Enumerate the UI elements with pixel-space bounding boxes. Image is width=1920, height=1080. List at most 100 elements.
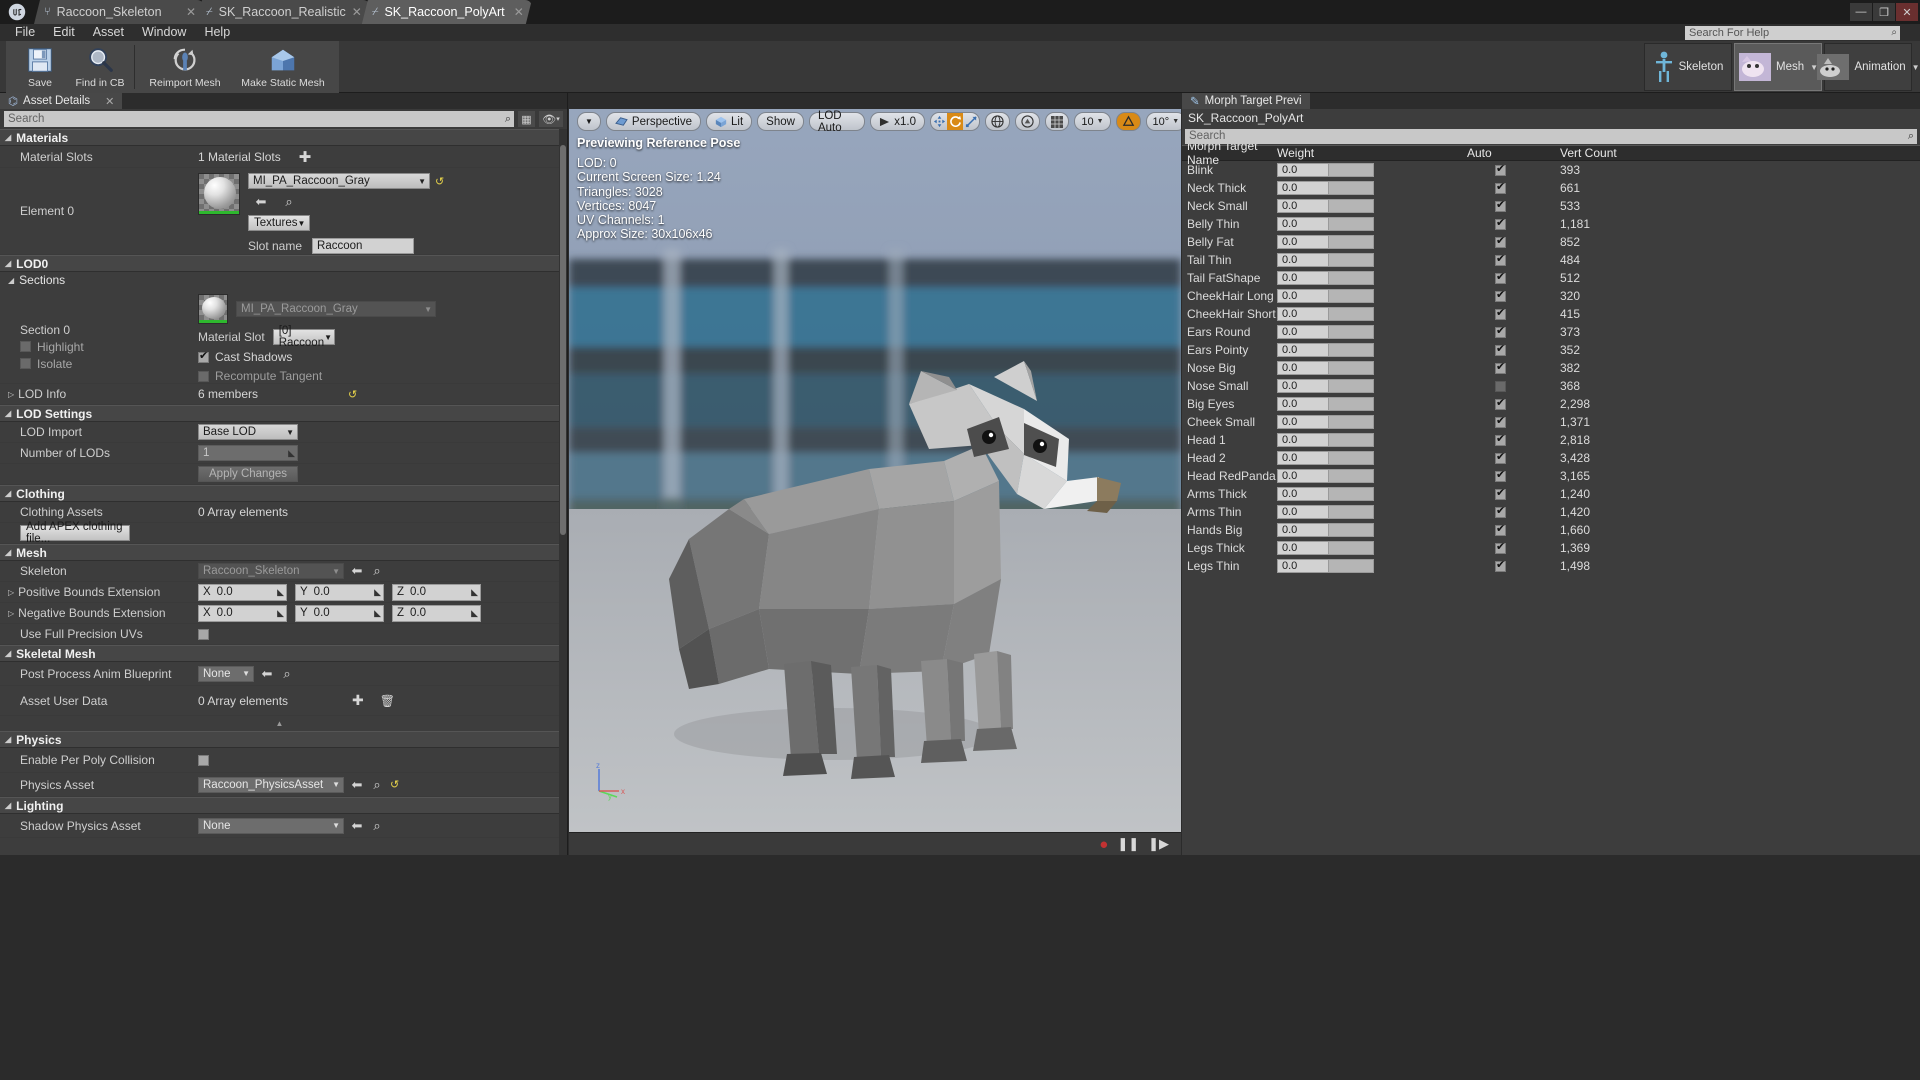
morph-weight-cell[interactable]: 0.0 (1277, 271, 1467, 285)
morph-weight-slider[interactable] (1329, 325, 1374, 339)
morph-auto-checkbox[interactable] (1495, 252, 1506, 266)
morph-weight-input[interactable]: 0.0 (1277, 559, 1329, 573)
scrollbar-thumb[interactable] (560, 145, 566, 535)
positive-bounds-y-input[interactable]: Y 0.0 ◣ (295, 583, 384, 601)
angle-snap-value[interactable]: 10° ▼ (1145, 112, 1181, 131)
close-icon[interactable]: ✕ (105, 95, 114, 108)
morph-weight-cell[interactable]: 0.0 (1277, 217, 1467, 231)
per-poly-checkbox[interactable] (198, 754, 209, 766)
add-apex-clothing-button[interactable]: Add APEX clothing file... (20, 521, 130, 545)
full-precision-checkbox[interactable] (198, 628, 209, 640)
morph-weight-cell[interactable]: 0.0 (1277, 325, 1467, 339)
material-thumbnail[interactable] (198, 173, 240, 215)
close-window-button[interactable]: ✕ (1896, 3, 1918, 21)
lod-selector-button[interactable]: LOD Auto (808, 110, 866, 134)
move-icon[interactable] (931, 113, 947, 130)
physics-asset-combo[interactable]: Raccoon_PhysicsAsset ▼ (198, 776, 344, 793)
morph-weight-input[interactable]: 0.0 (1277, 541, 1329, 555)
morph-target-row[interactable]: Nose Small 0.0 368 (1182, 377, 1920, 395)
apply-changes-button[interactable]: Apply Changes (198, 466, 298, 482)
eye-icon[interactable]: 👁 ▾ (539, 111, 563, 127)
close-icon[interactable]: ✕ (514, 5, 524, 19)
morph-weight-cell[interactable]: 0.0 (1277, 523, 1467, 537)
spinner-icon[interactable]: ◣ (374, 587, 381, 598)
morph-target-row[interactable]: Tail FatShape 0.0 512 (1182, 269, 1920, 287)
morph-auto-cell[interactable] (1467, 558, 1560, 572)
menu-asset[interactable]: Asset (84, 24, 133, 41)
morph-auto-checkbox[interactable] (1495, 324, 1506, 338)
morph-target-row[interactable]: Head 1 0.0 2,818 (1182, 431, 1920, 449)
morph-target-row[interactable]: Cheek Small 0.0 1,371 (1182, 413, 1920, 431)
morph-auto-cell[interactable] (1467, 342, 1560, 356)
morph-auto-cell[interactable] (1467, 216, 1560, 230)
morph-weight-input[interactable]: 0.0 (1277, 343, 1329, 357)
morph-weight-input[interactable]: 0.0 (1277, 271, 1329, 285)
browse-to-asset-icon[interactable]: ⬅ (254, 194, 268, 210)
morph-auto-cell[interactable] (1467, 468, 1560, 482)
maximize-button[interactable]: ❐ (1873, 3, 1895, 21)
morph-weight-slider[interactable] (1329, 343, 1374, 357)
morph-weight-cell[interactable]: 0.0 (1277, 433, 1467, 447)
morph-auto-checkbox[interactable] (1495, 380, 1506, 392)
morph-weight-cell[interactable]: 0.0 (1277, 343, 1467, 357)
rotate-icon[interactable] (947, 113, 964, 130)
morph-auto-cell[interactable] (1467, 450, 1560, 464)
morph-auto-checkbox[interactable] (1495, 360, 1506, 374)
morph-weight-input[interactable]: 0.0 (1277, 451, 1329, 465)
step-forward-button[interactable]: ❚▶ (1148, 836, 1169, 852)
category-clothing[interactable]: ◢ Clothing (0, 485, 559, 502)
morph-target-row[interactable]: Head RedPanda0.0 3,165 (1182, 467, 1920, 485)
save-button[interactable]: Save (10, 42, 70, 92)
category-physics[interactable]: ◢ Physics (0, 731, 559, 748)
morph-auto-checkbox[interactable] (1495, 306, 1506, 320)
morph-auto-checkbox[interactable] (1495, 198, 1506, 212)
browse-to-asset-icon[interactable]: ⬅ (260, 666, 274, 682)
morph-weight-input[interactable]: 0.0 (1277, 469, 1329, 483)
add-material-slot-button[interactable]: ✚ (299, 148, 312, 166)
close-icon[interactable]: ✕ (186, 5, 196, 19)
morph-target-row[interactable]: Belly Thin 0.0 1,181 (1182, 215, 1920, 233)
show-flags-button[interactable]: Show (757, 112, 804, 131)
category-skeletal-mesh[interactable]: ◢ Skeletal Mesh (0, 645, 559, 662)
morph-auto-checkbox[interactable] (1495, 270, 1506, 284)
surface-snap-icon[interactable] (1015, 112, 1041, 131)
morph-auto-cell[interactable] (1467, 396, 1560, 410)
morph-auto-cell[interactable] (1467, 198, 1560, 212)
morph-weight-input[interactable]: 0.0 (1277, 307, 1329, 321)
morph-weight-cell[interactable]: 0.0 (1277, 289, 1467, 303)
morph-weight-input[interactable]: 0.0 (1277, 199, 1329, 213)
category-materials[interactable]: ◢ Materials (0, 129, 559, 146)
minimize-button[interactable]: — (1850, 3, 1872, 21)
morph-weight-cell[interactable]: 0.0 (1277, 415, 1467, 429)
morph-weight-slider[interactable] (1329, 271, 1374, 285)
delete-user-data-button[interactable]: 🗑 (380, 694, 395, 708)
morph-weight-input[interactable]: 0.0 (1277, 181, 1329, 195)
morph-auto-checkbox[interactable] (1495, 540, 1506, 554)
negative-bounds-z-input[interactable]: Z 0.0 ◣ (392, 604, 481, 622)
number-of-lods-input[interactable]: 1 ◣ (198, 445, 298, 461)
browse-to-asset-icon[interactable]: ⬅ (350, 818, 364, 834)
reset-icon[interactable]: ↺ (390, 778, 399, 791)
morph-weight-slider[interactable] (1329, 199, 1374, 213)
morph-auto-checkbox[interactable] (1495, 216, 1506, 230)
morph-auto-cell[interactable] (1467, 360, 1560, 374)
find-asset-icon[interactable]: ⌕ (370, 777, 384, 793)
morph-weight-input[interactable]: 0.0 (1277, 217, 1329, 231)
morph-weight-input[interactable]: 0.0 (1277, 361, 1329, 375)
morph-weight-cell[interactable]: 0.0 (1277, 253, 1467, 267)
morph-target-row[interactable]: Belly Fat 0.0 852 (1182, 233, 1920, 251)
morph-weight-slider[interactable] (1329, 361, 1374, 375)
morph-auto-checkbox[interactable] (1495, 162, 1506, 176)
morph-weight-cell[interactable]: 0.0 (1277, 361, 1467, 375)
morph-weight-cell[interactable]: 0.0 (1277, 505, 1467, 519)
morph-auto-checkbox[interactable] (1495, 486, 1506, 500)
mode-mesh[interactable]: Mesh ▼ (1734, 43, 1822, 91)
mode-skeleton[interactable]: Skeleton (1644, 43, 1732, 91)
view-mode-button[interactable]: Lit (706, 112, 753, 131)
morph-auto-cell[interactable] (1467, 486, 1560, 500)
spinner-icon[interactable]: ◣ (374, 608, 381, 619)
morph-auto-checkbox[interactable] (1495, 432, 1506, 446)
morph-weight-slider[interactable] (1329, 559, 1374, 573)
subcategory-sections[interactable]: ◢ Sections (0, 272, 559, 288)
details-scrollbar[interactable] (559, 129, 567, 855)
